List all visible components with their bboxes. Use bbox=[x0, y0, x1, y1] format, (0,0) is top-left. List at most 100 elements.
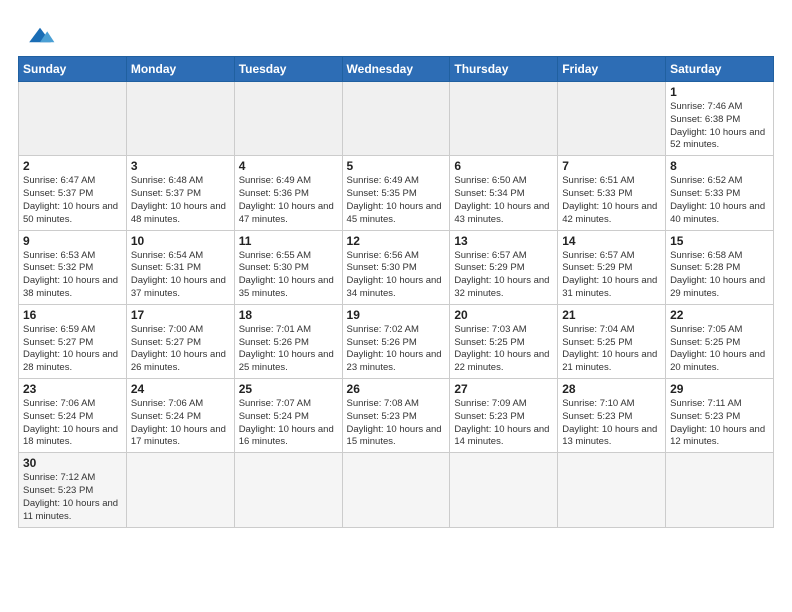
day-number: 23 bbox=[23, 382, 122, 396]
weekday-header-sunday: Sunday bbox=[19, 57, 127, 82]
day-info: Sunrise: 7:11 AM Sunset: 5:23 PM Dayligh… bbox=[670, 398, 769, 449]
day-info: Sunrise: 6:49 AM Sunset: 5:36 PM Dayligh… bbox=[239, 175, 338, 226]
calendar-week-5: 23 Sunrise: 7:06 AM Sunset: 5:24 PM Dayli… bbox=[19, 379, 774, 453]
calendar-cell: 2 Sunrise: 6:47 AM Sunset: 5:37 PM Daylig… bbox=[19, 156, 127, 230]
day-info: Sunrise: 6:53 AM Sunset: 5:32 PM Dayligh… bbox=[23, 250, 122, 301]
day-info: Sunrise: 6:48 AM Sunset: 5:37 PM Dayligh… bbox=[131, 175, 230, 226]
calendar-cell bbox=[450, 82, 558, 156]
header-area bbox=[18, 18, 774, 46]
day-number: 8 bbox=[670, 159, 769, 173]
calendar-cell: 16 Sunrise: 6:59 AM Sunset: 5:27 PM Dayli… bbox=[19, 304, 127, 378]
calendar-cell: 21 Sunrise: 7:04 AM Sunset: 5:25 PM Dayli… bbox=[558, 304, 666, 378]
day-number: 14 bbox=[562, 234, 661, 248]
weekday-header-saturday: Saturday bbox=[666, 57, 774, 82]
day-info: Sunrise: 7:07 AM Sunset: 5:24 PM Dayligh… bbox=[239, 398, 338, 449]
day-number: 16 bbox=[23, 308, 122, 322]
calendar-cell: 12 Sunrise: 6:56 AM Sunset: 5:30 PM Dayli… bbox=[342, 230, 450, 304]
day-number: 15 bbox=[670, 234, 769, 248]
day-number: 24 bbox=[131, 382, 230, 396]
calendar-cell: 25 Sunrise: 7:07 AM Sunset: 5:24 PM Dayli… bbox=[234, 379, 342, 453]
day-info: Sunrise: 7:09 AM Sunset: 5:23 PM Dayligh… bbox=[454, 398, 553, 449]
calendar-cell bbox=[19, 82, 127, 156]
calendar-cell: 24 Sunrise: 7:06 AM Sunset: 5:24 PM Dayli… bbox=[126, 379, 234, 453]
calendar-cell bbox=[558, 82, 666, 156]
calendar-week-6: 30Sunrise: 7:12 AM Sunset: 5:23 PM Dayli… bbox=[19, 453, 774, 527]
day-number: 9 bbox=[23, 234, 122, 248]
day-number: 27 bbox=[454, 382, 553, 396]
day-info: Sunrise: 7:06 AM Sunset: 5:24 PM Dayligh… bbox=[131, 398, 230, 449]
day-number: 25 bbox=[239, 382, 338, 396]
day-number: 11 bbox=[239, 234, 338, 248]
calendar-cell: 1 Sunrise: 7:46 AM Sunset: 6:38 PM Daylig… bbox=[666, 82, 774, 156]
calendar-cell: 13 Sunrise: 6:57 AM Sunset: 5:29 PM Dayli… bbox=[450, 230, 558, 304]
logo bbox=[18, 18, 58, 46]
calendar-cell bbox=[234, 82, 342, 156]
day-number: 7 bbox=[562, 159, 661, 173]
day-info: Sunrise: 7:02 AM Sunset: 5:26 PM Dayligh… bbox=[347, 324, 446, 375]
calendar-cell: 6 Sunrise: 6:50 AM Sunset: 5:34 PM Daylig… bbox=[450, 156, 558, 230]
day-number: 19 bbox=[347, 308, 446, 322]
calendar-week-4: 16 Sunrise: 6:59 AM Sunset: 5:27 PM Dayli… bbox=[19, 304, 774, 378]
calendar-cell bbox=[126, 453, 234, 527]
day-number: 20 bbox=[454, 308, 553, 322]
day-info: Sunrise: 7:08 AM Sunset: 5:23 PM Dayligh… bbox=[347, 398, 446, 449]
calendar-cell: 26 Sunrise: 7:08 AM Sunset: 5:23 PM Dayli… bbox=[342, 379, 450, 453]
calendar-week-2: 2 Sunrise: 6:47 AM Sunset: 5:37 PM Daylig… bbox=[19, 156, 774, 230]
calendar-cell: 23 Sunrise: 7:06 AM Sunset: 5:24 PM Dayli… bbox=[19, 379, 127, 453]
calendar-cell: 29 Sunrise: 7:11 AM Sunset: 5:23 PM Dayli… bbox=[666, 379, 774, 453]
day-info: Sunrise: 7:01 AM Sunset: 5:26 PM Dayligh… bbox=[239, 324, 338, 375]
day-info: Sunrise: 7:04 AM Sunset: 5:25 PM Dayligh… bbox=[562, 324, 661, 375]
calendar-cell bbox=[234, 453, 342, 527]
day-number: 12 bbox=[347, 234, 446, 248]
day-info: Sunrise: 6:54 AM Sunset: 5:31 PM Dayligh… bbox=[131, 250, 230, 301]
day-number: 1 bbox=[670, 85, 769, 99]
day-number: 5 bbox=[347, 159, 446, 173]
day-info: Sunrise: 6:50 AM Sunset: 5:34 PM Dayligh… bbox=[454, 175, 553, 226]
day-info: Sunrise: 7:03 AM Sunset: 5:25 PM Dayligh… bbox=[454, 324, 553, 375]
day-number: 4 bbox=[239, 159, 338, 173]
calendar-week-1: 1 Sunrise: 7:46 AM Sunset: 6:38 PM Daylig… bbox=[19, 82, 774, 156]
day-info: Sunrise: 6:51 AM Sunset: 5:33 PM Dayligh… bbox=[562, 175, 661, 226]
weekday-header-thursday: Thursday bbox=[450, 57, 558, 82]
day-number: 6 bbox=[454, 159, 553, 173]
day-number: 21 bbox=[562, 308, 661, 322]
calendar-cell: 11Sunrise: 6:55 AM Sunset: 5:30 PM Dayli… bbox=[234, 230, 342, 304]
calendar-cell bbox=[126, 82, 234, 156]
weekday-header-tuesday: Tuesday bbox=[234, 57, 342, 82]
day-number: 29 bbox=[670, 382, 769, 396]
day-info: Sunrise: 6:57 AM Sunset: 5:29 PM Dayligh… bbox=[454, 250, 553, 301]
day-number: 26 bbox=[347, 382, 446, 396]
calendar-cell: 15 Sunrise: 6:58 AM Sunset: 5:28 PM Dayli… bbox=[666, 230, 774, 304]
calendar-cell: 3 Sunrise: 6:48 AM Sunset: 5:37 PM Daylig… bbox=[126, 156, 234, 230]
day-number: 17 bbox=[131, 308, 230, 322]
calendar-cell: 30Sunrise: 7:12 AM Sunset: 5:23 PM Dayli… bbox=[19, 453, 127, 527]
day-info: Sunrise: 7:00 AM Sunset: 5:27 PM Dayligh… bbox=[131, 324, 230, 375]
day-info: Sunrise: 6:58 AM Sunset: 5:28 PM Dayligh… bbox=[670, 250, 769, 301]
calendar-cell: 20 Sunrise: 7:03 AM Sunset: 5:25 PM Dayli… bbox=[450, 304, 558, 378]
calendar-cell: 18Sunrise: 7:01 AM Sunset: 5:26 PM Dayli… bbox=[234, 304, 342, 378]
day-number: 3 bbox=[131, 159, 230, 173]
weekday-header-row: SundayMondayTuesdayWednesdayThursdayFrid… bbox=[19, 57, 774, 82]
day-number: 13 bbox=[454, 234, 553, 248]
weekday-header-wednesday: Wednesday bbox=[342, 57, 450, 82]
day-info: Sunrise: 6:47 AM Sunset: 5:37 PM Dayligh… bbox=[23, 175, 122, 226]
calendar-week-3: 9 Sunrise: 6:53 AM Sunset: 5:32 PM Daylig… bbox=[19, 230, 774, 304]
calendar-cell: 5 Sunrise: 6:49 AM Sunset: 5:35 PM Daylig… bbox=[342, 156, 450, 230]
calendar-cell: 8Sunrise: 6:52 AM Sunset: 5:33 PM Daylig… bbox=[666, 156, 774, 230]
calendar: SundayMondayTuesdayWednesdayThursdayFrid… bbox=[18, 56, 774, 528]
calendar-cell bbox=[342, 82, 450, 156]
calendar-cell bbox=[558, 453, 666, 527]
calendar-cell: 22Sunrise: 7:05 AM Sunset: 5:25 PM Dayli… bbox=[666, 304, 774, 378]
weekday-header-friday: Friday bbox=[558, 57, 666, 82]
day-info: Sunrise: 7:46 AM Sunset: 6:38 PM Dayligh… bbox=[670, 101, 769, 152]
day-number: 10 bbox=[131, 234, 230, 248]
day-info: Sunrise: 6:56 AM Sunset: 5:30 PM Dayligh… bbox=[347, 250, 446, 301]
day-info: Sunrise: 7:06 AM Sunset: 5:24 PM Dayligh… bbox=[23, 398, 122, 449]
day-info: Sunrise: 6:49 AM Sunset: 5:35 PM Dayligh… bbox=[347, 175, 446, 226]
day-number: 2 bbox=[23, 159, 122, 173]
day-info: Sunrise: 6:59 AM Sunset: 5:27 PM Dayligh… bbox=[23, 324, 122, 375]
calendar-cell: 14Sunrise: 6:57 AM Sunset: 5:29 PM Dayli… bbox=[558, 230, 666, 304]
day-number: 28 bbox=[562, 382, 661, 396]
page: SundayMondayTuesdayWednesdayThursdayFrid… bbox=[0, 0, 792, 612]
calendar-cell: 17 Sunrise: 7:00 AM Sunset: 5:27 PM Dayli… bbox=[126, 304, 234, 378]
